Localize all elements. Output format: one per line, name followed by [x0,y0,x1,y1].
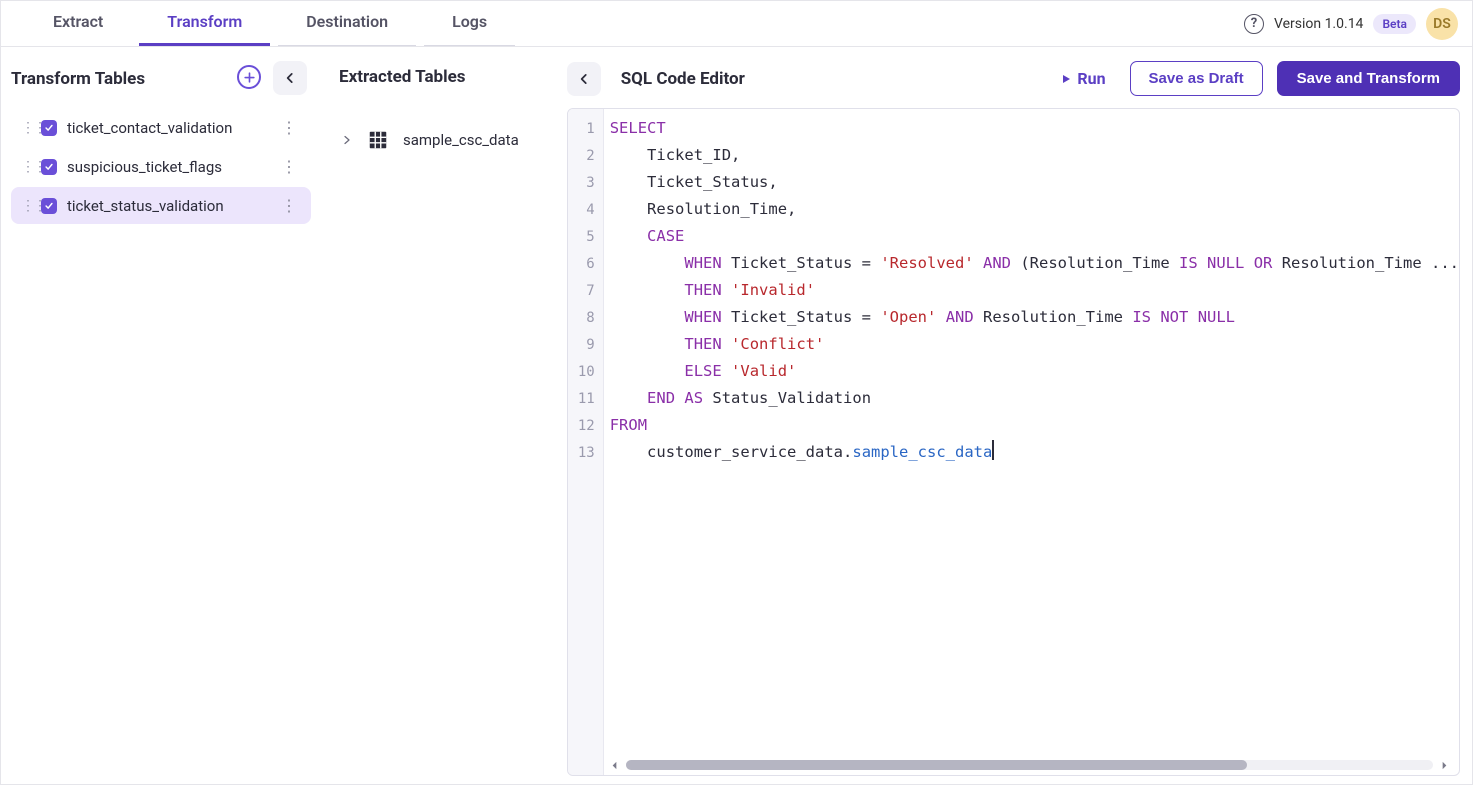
beta-badge: Beta [1373,14,1416,34]
avatar[interactable]: DS [1426,8,1458,40]
transform-table-label: ticket_status_validation [67,197,267,215]
editor-header: SQL Code Editor Run Save as Draft Save a… [567,61,1460,108]
save-transform-button[interactable]: Save and Transform [1277,61,1460,96]
transform-tables-title: Transform Tables [11,69,145,89]
extracted-tables-panel: Extracted Tables sample_csc_data [317,47,559,784]
help-icon[interactable]: ? [1244,14,1264,34]
code-editor[interactable]: 12345678910111213 SELECT Ticket_ID, Tick… [567,108,1460,776]
check-icon [41,159,57,175]
drag-handle-icon[interactable]: ⋮⋮ [21,198,31,214]
tab-logs[interactable]: Logs [424,2,515,46]
extracted-tables-title: Extracted Tables [335,67,466,87]
tab-extract[interactable]: Extract [25,2,131,46]
code-content[interactable]: SELECT Ticket_ID, Ticket_Status, Resolut… [604,109,1459,775]
check-icon [41,120,57,136]
transform-table-item[interactable]: ⋮⋮ ticket_status_validation ⋮ [11,187,311,224]
table-icon [367,129,389,151]
transform-table-label: ticket_contact_validation [67,119,267,137]
item-menu-icon[interactable]: ⋮ [277,196,301,215]
transform-tables-list: ⋮⋮ticket_contact_validation⋮⋮⋮suspicious… [11,109,311,224]
save-draft-button[interactable]: Save as Draft [1130,61,1263,96]
horizontal-scrollbar[interactable] [608,758,1451,772]
tab-transform[interactable]: Transform [139,2,270,46]
extracted-table-label: sample_csc_data [403,131,519,149]
add-table-button[interactable] [237,65,261,89]
scroll-left-icon[interactable] [608,758,622,772]
transform-table-item[interactable]: ⋮⋮ suspicious_ticket_flags ⋮ [11,148,311,185]
collapse-editor-panel-button[interactable] [567,62,601,96]
transform-table-item[interactable]: ⋮⋮ ticket_contact_validation ⋮ [11,109,311,146]
run-button[interactable]: Run [1050,63,1115,94]
run-button-label: Run [1077,69,1105,88]
check-icon [41,198,57,214]
extracted-tables-list: sample_csc_data [335,121,553,159]
main-tabs: Extract Transform Destination Logs [25,2,515,46]
main-area: Transform Tables ⋮⋮ticket_contact_valida… [1,47,1472,784]
scrollbar-thumb[interactable] [626,760,1248,770]
topbar-right: ? Version 1.0.14 Beta DS [1244,8,1458,40]
collapse-left-panel-button[interactable] [273,61,307,95]
scroll-right-icon[interactable] [1437,758,1451,772]
transform-table-label: suspicious_ticket_flags [67,158,267,176]
drag-handle-icon[interactable]: ⋮⋮ [21,159,31,175]
editor-panel: SQL Code Editor Run Save as Draft Save a… [559,47,1472,784]
scrollbar-track[interactable] [626,760,1433,770]
transform-tables-panel: Transform Tables ⋮⋮ticket_contact_valida… [1,47,317,784]
topbar: Extract Transform Destination Logs ? Ver… [1,1,1472,47]
chevron-right-icon[interactable] [341,131,353,150]
editor-title: SQL Code Editor [621,69,745,89]
tab-destination[interactable]: Destination [278,2,416,46]
line-gutter: 12345678910111213 [568,109,604,775]
drag-handle-icon[interactable]: ⋮⋮ [21,120,31,136]
version-label: Version 1.0.14 [1274,16,1363,32]
item-menu-icon[interactable]: ⋮ [277,118,301,137]
item-menu-icon[interactable]: ⋮ [277,157,301,176]
play-icon [1060,73,1072,85]
extracted-table-item[interactable]: sample_csc_data [335,121,553,159]
